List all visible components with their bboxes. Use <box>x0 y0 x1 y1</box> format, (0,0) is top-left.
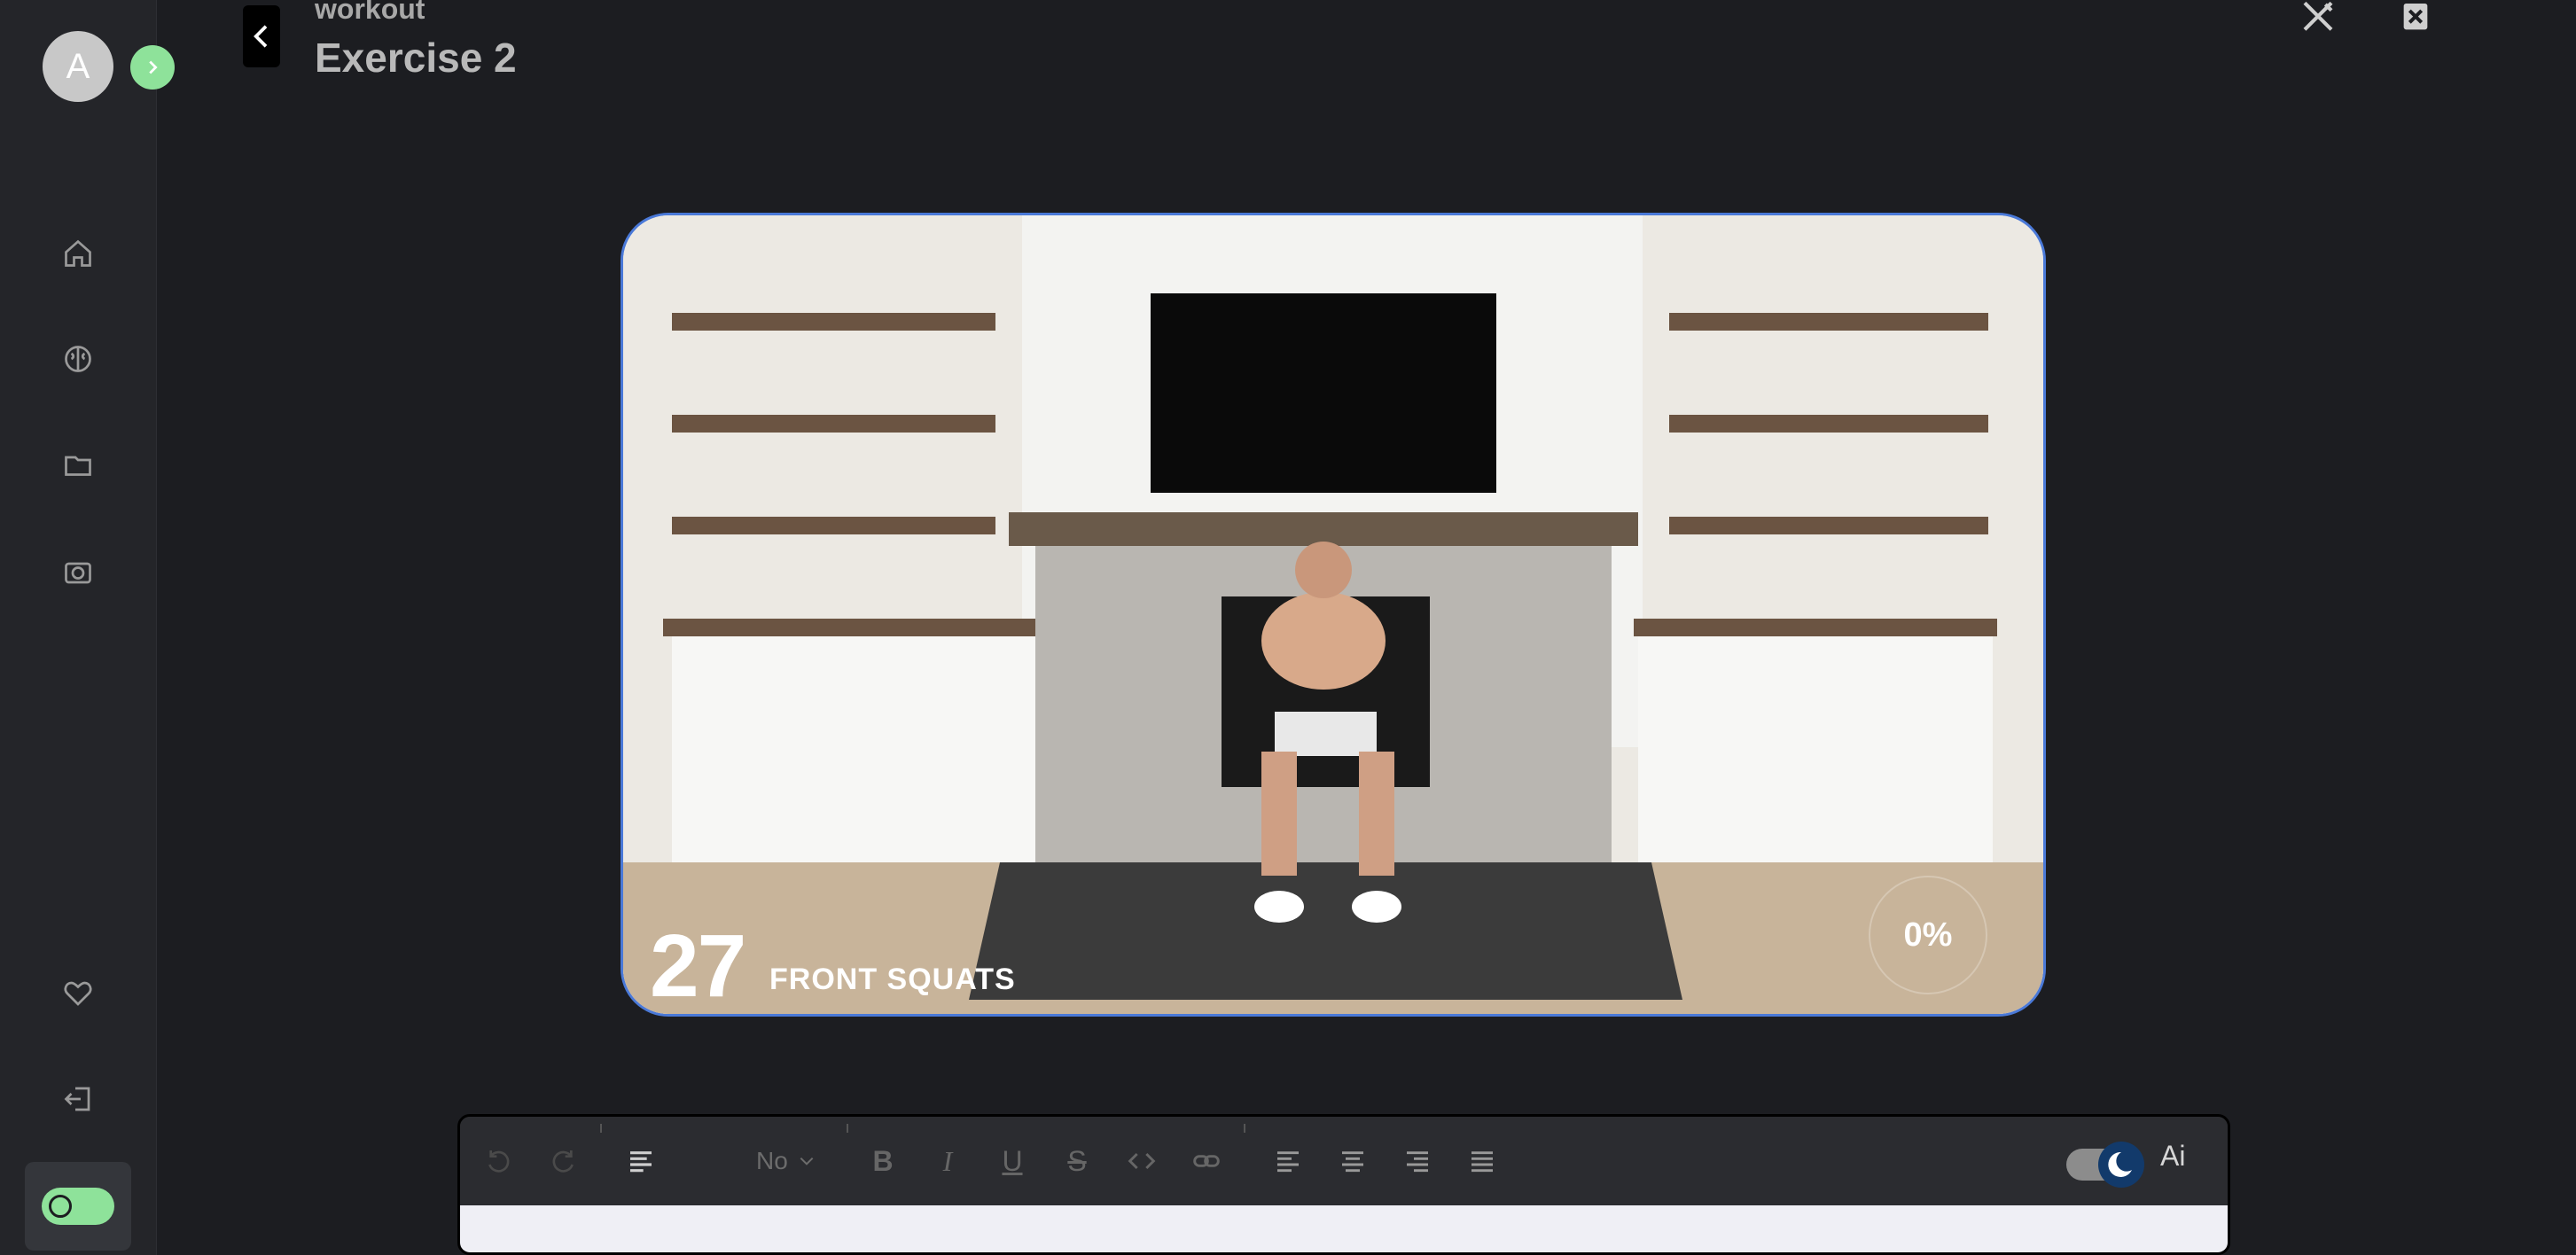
bold-icon[interactable]: B <box>856 1134 909 1188</box>
strikethrough-icon[interactable]: S <box>1050 1134 1104 1188</box>
logout-icon[interactable] <box>56 1077 100 1121</box>
video-frame-image <box>623 215 2043 1014</box>
progress-text: 0% <box>1903 916 1953 954</box>
code-icon[interactable] <box>1115 1134 1168 1188</box>
link-icon[interactable] <box>1180 1134 1233 1188</box>
expand-sidebar-button[interactable] <box>130 45 175 90</box>
ai-toggle[interactable] <box>2065 1140 2144 1188</box>
camera-icon[interactable] <box>56 550 100 594</box>
theme-toggle-container <box>25 1162 131 1251</box>
toolbar-separator <box>847 1124 848 1133</box>
home-icon[interactable] <box>56 231 100 276</box>
align-left-icon[interactable] <box>1261 1134 1315 1188</box>
chevron-down-icon <box>800 1157 814 1165</box>
toolbar-separator <box>600 1124 602 1133</box>
underline-icon[interactable]: U <box>986 1134 1039 1188</box>
theme-toggle[interactable] <box>42 1188 114 1225</box>
rep-count: 27 <box>650 916 746 1016</box>
block-type-icon[interactable] <box>614 1134 667 1188</box>
notes-editor: No B I U S Ai <box>457 1114 2230 1255</box>
ai-label: Ai <box>2160 1140 2186 1172</box>
paragraph-style-select[interactable]: No <box>756 1136 818 1186</box>
toolbar-separator <box>1244 1124 1245 1133</box>
editor-content-area[interactable] <box>460 1205 2228 1252</box>
brain-icon[interactable] <box>56 337 100 381</box>
italic-icon[interactable]: I <box>921 1134 974 1188</box>
page-title: Exercise 2 <box>315 35 517 81</box>
redo-icon[interactable] <box>536 1134 589 1188</box>
align-center-icon[interactable] <box>1326 1134 1379 1188</box>
avatar[interactable]: A <box>43 31 113 102</box>
back-button[interactable] <box>243 5 280 67</box>
avatar-initial: A <box>66 46 90 86</box>
heart-icon[interactable] <box>56 971 100 1016</box>
toggle-knob <box>49 1195 72 1218</box>
align-right-icon[interactable] <box>1391 1134 1444 1188</box>
folder-icon[interactable] <box>56 443 100 487</box>
breadcrumb[interactable]: workout <box>315 0 425 26</box>
align-justify-icon[interactable] <box>1456 1134 1509 1188</box>
exercise-name: FRONT SQUATS <box>769 963 1016 996</box>
close-icon[interactable] <box>2393 0 2438 35</box>
sidebar: A <box>0 0 157 1255</box>
progress-indicator: 0% <box>1869 876 1987 994</box>
paragraph-style-value: No <box>756 1147 788 1174</box>
exercise-video[interactable]: 27 FRONT SQUATS 0% <box>621 213 2046 1017</box>
editor-toolbar: No B I U S Ai <box>460 1117 2228 1205</box>
tools-icon[interactable] <box>2296 0 2340 35</box>
undo-icon[interactable] <box>472 1134 526 1188</box>
